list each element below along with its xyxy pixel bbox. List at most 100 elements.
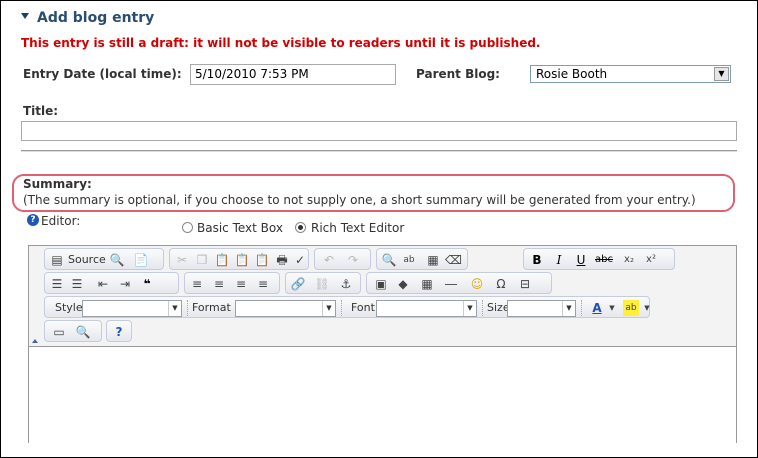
chevron-down-icon[interactable]: ▼ xyxy=(463,301,476,316)
paste-text-icon[interactable]: 📋 xyxy=(234,252,250,268)
chevron-down-icon[interactable]: ▼ xyxy=(168,301,181,316)
rich-text-editor-label[interactable]: Rich Text Editor xyxy=(311,221,404,235)
unlink-icon[interactable]: ⛓ xyxy=(314,276,330,292)
select-all-icon[interactable]: ▦ xyxy=(425,252,441,268)
bulleted-list-icon[interactable]: ☰ xyxy=(69,276,85,292)
align-justify-icon[interactable]: ≡ xyxy=(255,276,271,292)
collapse-toolbar-icon[interactable] xyxy=(32,339,38,343)
parent-blog-select[interactable]: Rosie Booth ▼ xyxy=(530,65,731,83)
preview-icon[interactable]: 🔍 xyxy=(109,252,125,268)
format-combo[interactable]: ▼ xyxy=(235,300,336,317)
align-left-icon[interactable]: ≡ xyxy=(189,276,205,292)
align-center-icon[interactable]: ≡ xyxy=(211,276,227,292)
rich-text-editor: ▤ Source 🔍 📄 ✂ ❐ 📋 📋 📋 🖶 ✓ ↶ ↷ 🔍 ab ▦ ⌫ … xyxy=(28,245,737,443)
paste-icon[interactable]: 📋 xyxy=(214,252,230,268)
chevron-down-icon[interactable]: ▼ xyxy=(604,300,620,316)
underline-icon[interactable]: U xyxy=(573,252,589,268)
blockquote-icon[interactable]: ❝ xyxy=(139,276,155,292)
toolbar-group-clipboard: ✂ ❐ 📋 📋 📋 🖶 ✓ xyxy=(169,248,309,270)
style-combo[interactable]: ▼ xyxy=(82,300,182,317)
editor-content-area[interactable] xyxy=(29,346,736,443)
format-label: Format xyxy=(192,301,231,314)
toolbar-group-paragraph: ☰ ☰ ⇤ ⇥ ❝ xyxy=(44,272,179,294)
separator xyxy=(581,300,584,316)
show-blocks-icon[interactable]: 🔍 xyxy=(75,324,91,340)
anchor-icon[interactable]: ⚓ xyxy=(338,276,354,292)
toolbar-group-document: ▤ Source 🔍 📄 xyxy=(44,248,164,270)
maximize-icon[interactable]: ▭ xyxy=(51,324,67,340)
draft-warning: This entry is still a draft: it will not… xyxy=(21,36,541,50)
source-button-label[interactable]: Source xyxy=(68,253,106,266)
summary-label: Summary: xyxy=(23,177,92,191)
redo-icon[interactable]: ↷ xyxy=(345,252,361,268)
chevron-down-icon[interactable]: ▼ xyxy=(322,301,335,316)
subscript-icon[interactable]: x₂ xyxy=(621,252,637,268)
rich-text-editor-radio[interactable] xyxy=(295,222,306,233)
link-icon[interactable]: 🔗 xyxy=(290,276,306,292)
toolbar-group-about: ? xyxy=(106,320,132,342)
entry-date-input[interactable]: 5/10/2010 7:53 PM xyxy=(190,64,396,85)
table-icon[interactable]: ▦ xyxy=(419,276,435,292)
undo-icon[interactable]: ↶ xyxy=(321,252,337,268)
basic-text-box-label[interactable]: Basic Text Box xyxy=(197,221,283,235)
flash-icon[interactable]: ◆ xyxy=(395,276,411,292)
font-combo[interactable]: ▼ xyxy=(376,300,477,317)
special-char-icon[interactable]: Ω xyxy=(493,276,509,292)
toolbar-row-4: ▭ 🔍 ? xyxy=(34,320,734,342)
text-color-icon[interactable]: A xyxy=(589,300,605,316)
toolbar-group-styles: Style ▼ Format ▼ Font ▼ Size ▼ A ▼ ab ▼ xyxy=(44,296,650,318)
italic-icon[interactable]: I xyxy=(551,252,567,268)
toolbar-group-basicstyles: B I U abc x₂ x² xyxy=(523,248,675,270)
chevron-down-icon[interactable]: ▼ xyxy=(714,67,729,81)
image-icon[interactable]: ▣ xyxy=(373,276,389,292)
help-icon[interactable]: ? xyxy=(27,214,39,226)
title-input[interactable] xyxy=(21,121,737,141)
horizontal-rule-icon[interactable]: ― xyxy=(443,276,459,292)
chevron-down-icon[interactable]: ▼ xyxy=(639,300,655,316)
page-frame: Add blog entry This entry is still a dra… xyxy=(0,0,758,458)
title-label: Title: xyxy=(23,104,59,118)
toolbar-group-undo: ↶ ↷ xyxy=(314,248,371,270)
templates-icon[interactable]: 📄 xyxy=(133,252,149,268)
cut-icon[interactable]: ✂ xyxy=(174,252,190,268)
replace-icon[interactable]: ab xyxy=(401,252,417,268)
find-icon[interactable]: 🔍 xyxy=(381,252,397,268)
chevron-down-icon[interactable]: ▼ xyxy=(562,301,575,316)
section-header[interactable]: Add blog entry xyxy=(21,10,154,26)
collapse-triangle-icon[interactable] xyxy=(21,13,29,19)
numbered-list-icon[interactable]: ☰ xyxy=(49,276,65,292)
toolbar-group-insert: ▣ ◆ ▦ ― ☺ Ω ⊟ xyxy=(366,272,552,294)
section-title: Add blog entry xyxy=(37,10,155,26)
parent-blog-label: Parent Blog: xyxy=(416,67,500,81)
remove-format-icon[interactable]: ⌫ xyxy=(445,252,462,268)
indent-icon[interactable]: ⇥ xyxy=(117,276,133,292)
align-right-icon[interactable]: ≡ xyxy=(233,276,249,292)
background-color-icon[interactable]: ab xyxy=(623,300,639,316)
summary-help-text: (The summary is optional, if you choose … xyxy=(23,193,696,207)
bold-icon[interactable]: B xyxy=(529,252,545,268)
editor-label: Editor: xyxy=(41,214,81,228)
strikethrough-icon[interactable]: abc xyxy=(595,252,613,268)
paste-word-icon[interactable]: 📋 xyxy=(254,252,270,268)
source-icon[interactable]: ▤ xyxy=(49,252,65,268)
divider xyxy=(21,150,737,152)
copy-icon[interactable]: ❐ xyxy=(194,252,210,268)
superscript-icon[interactable]: x² xyxy=(643,252,659,268)
toolbar-group-tools: ▭ 🔍 xyxy=(44,320,102,342)
separator xyxy=(482,300,485,316)
separator xyxy=(187,300,190,316)
size-combo[interactable]: ▼ xyxy=(507,300,576,317)
separator xyxy=(341,300,344,316)
page-break-icon[interactable]: ⊟ xyxy=(517,276,533,292)
spellcheck-icon[interactable]: ✓ xyxy=(292,252,308,268)
toolbar-row-1: ▤ Source 🔍 📄 ✂ ❐ 📋 📋 📋 🖶 ✓ ↶ ↷ 🔍 ab ▦ ⌫ … xyxy=(34,248,734,270)
toolbar-group-find: 🔍 ab ▦ ⌫ xyxy=(376,248,468,270)
entry-date-label: Entry Date (local time): xyxy=(23,67,182,81)
about-icon[interactable]: ? xyxy=(111,324,127,340)
outdent-icon[interactable]: ⇤ xyxy=(95,276,111,292)
toolbar-row-2: ☰ ☰ ⇤ ⇥ ❝ ≡ ≡ ≡ ≡ 🔗 ⛓ ⚓ ▣ ◆ ▦ ― ☺ Ω ⊟ xyxy=(34,272,734,294)
basic-text-box-radio[interactable] xyxy=(182,222,193,233)
smiley-icon[interactable]: ☺ xyxy=(469,276,485,292)
parent-blog-value: Rosie Booth xyxy=(536,67,608,81)
print-icon[interactable]: 🖶 xyxy=(274,252,290,268)
